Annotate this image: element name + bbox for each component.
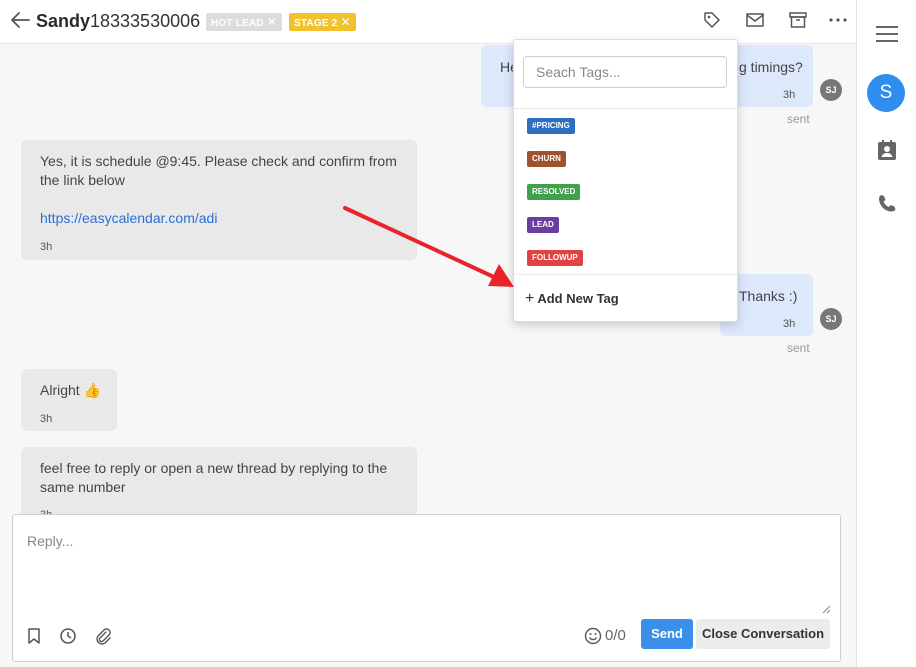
divider <box>514 274 737 275</box>
conversation-header: Sandy 18333530006 HOT LEAD ✕ STAGE 2 ✕ <box>0 0 856 44</box>
tag-option-lead[interactable]: LEAD <box>527 217 559 233</box>
close-conversation-button[interactable]: Close Conversation <box>696 619 830 649</box>
menu-icon[interactable] <box>875 24 899 44</box>
plus-icon: + <box>525 290 535 307</box>
message-link[interactable]: https://easycalendar.com/adi <box>40 209 217 228</box>
tag-search-input[interactable] <box>523 56 727 88</box>
message-text: Alright 👍 <box>40 382 102 398</box>
tag-option-pricing[interactable]: #PRICING <box>527 118 575 134</box>
character-count: 0/0 <box>605 627 626 644</box>
send-button[interactable]: Send <box>641 619 693 649</box>
back-arrow-icon[interactable] <box>9 9 31 31</box>
resize-handle-icon[interactable] <box>822 605 831 614</box>
contact-card-icon[interactable] <box>875 138 899 162</box>
user-avatar[interactable]: S <box>867 74 905 112</box>
add-new-tag-label: Add New Tag <box>537 291 619 306</box>
message-time: 3h <box>783 318 796 330</box>
archive-icon[interactable] <box>788 10 808 30</box>
add-new-tag-button[interactable]: + Add New Tag <box>525 290 619 308</box>
incoming-message: Alright 👍 3h <box>21 369 117 431</box>
tag-option-followup[interactable]: FOLLOWUP <box>527 250 583 266</box>
incoming-message: Yes, it is schedule @9:45. Please check … <box>21 140 417 260</box>
tag-option-resolved[interactable]: RESOLVED <box>527 184 581 200</box>
remove-badge-icon[interactable]: ✕ <box>340 15 350 29</box>
paperclip-icon[interactable] <box>94 627 112 645</box>
avatar: SJ <box>820 79 842 101</box>
tag-option-churn[interactable]: CHURN <box>527 151 566 167</box>
message-time: 3h <box>783 89 796 101</box>
message-text-tail: g timings? <box>739 59 803 75</box>
badge-hot-lead: HOT LEAD ✕ <box>206 13 282 31</box>
more-icon[interactable] <box>828 10 848 30</box>
remove-badge-icon[interactable]: ✕ <box>267 15 277 29</box>
contact-name: Sandy <box>36 11 91 31</box>
reply-composer: Reply... 0/0 Send Close Conversation <box>12 514 841 662</box>
tag-icon[interactable] <box>702 10 722 30</box>
message-status: sent <box>787 112 810 126</box>
clock-icon[interactable] <box>59 627 77 645</box>
divider <box>514 108 737 109</box>
message-text: Thanks :) <box>739 288 798 304</box>
message-time: 3h <box>40 241 53 253</box>
badge-label: HOT LEAD <box>211 18 264 29</box>
badge-stage-2: STAGE 2 ✕ <box>289 13 356 31</box>
avatar: SJ <box>820 308 842 330</box>
badge-label: STAGE 2 <box>294 18 338 29</box>
message-text: Yes, it is schedule @9:45. Please check … <box>40 153 397 188</box>
message-time: 3h <box>40 413 53 425</box>
phone-icon[interactable] <box>875 192 899 216</box>
contact-phone: 18333530006 <box>90 11 201 31</box>
envelope-icon[interactable] <box>745 10 765 30</box>
conversation-panel: Sandy 18333530006 HOT LEAD ✕ STAGE 2 ✕ He … <box>0 0 857 667</box>
right-sidebar: S <box>857 0 916 667</box>
message-status: sent <box>787 341 810 355</box>
bookmark-icon[interactable] <box>25 627 43 645</box>
reply-input[interactable]: Reply... <box>27 533 73 549</box>
tags-dropdown: #PRICING CHURN RESOLVED LEAD FOLLOWUP +A… <box>513 39 738 322</box>
emoji-icon[interactable] <box>584 627 602 645</box>
message-text: feel free to reply or open a new thread … <box>40 460 388 495</box>
